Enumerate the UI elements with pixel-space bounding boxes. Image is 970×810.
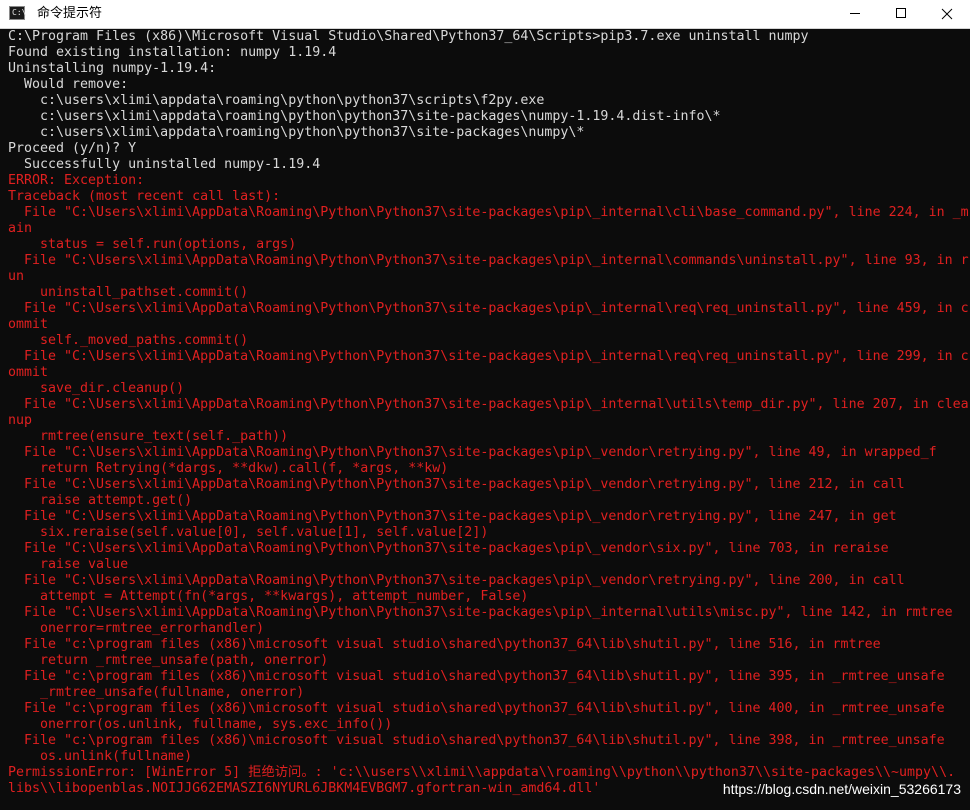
console-line: return _rmtree_unsafe(path, onerror): [8, 653, 329, 668]
console-line: return Retrying(*dargs, **dkw).call(f, *…: [8, 461, 449, 476]
console-line: six.reraise(self.value[0], self.value[1]…: [8, 525, 489, 540]
maximize-button[interactable]: [878, 0, 924, 28]
console-line: File "C:\Users\xlimi\AppData\Roaming\Pyt…: [8, 397, 969, 412]
console-line: c:\users\xlimi\appdata\roaming\python\py…: [8, 109, 721, 124]
minimize-button[interactable]: [832, 0, 878, 28]
console-line: un: [8, 269, 25, 284]
console-line: File "C:\Users\xlimi\AppData\Roaming\Pyt…: [8, 541, 889, 556]
console-line: File "C:\Users\xlimi\AppData\Roaming\Pyt…: [8, 301, 969, 316]
close-button[interactable]: [924, 0, 970, 28]
title-bar[interactable]: C:\ 命令提示符: [0, 0, 970, 29]
console-line: uninstall_pathset.commit(): [8, 285, 249, 300]
console-line: File "C:\Users\xlimi\AppData\Roaming\Pyt…: [8, 605, 953, 620]
console-line: onerror(os.unlink, fullname, sys.exc_inf…: [8, 717, 393, 732]
console-line: raise attempt.get(): [8, 493, 193, 508]
minimize-icon: [850, 13, 860, 14]
console-line: Proceed (y/n)? Y: [8, 141, 137, 156]
close-icon: [941, 8, 953, 20]
console-line: self._moved_paths.commit(): [8, 333, 249, 348]
console-line: File "C:\Users\xlimi\AppData\Roaming\Pyt…: [8, 349, 969, 364]
console-line: Successfully uninstalled numpy-1.19.4: [8, 157, 321, 172]
console-line: Would remove:: [8, 77, 129, 92]
cmd-icon[interactable]: C:\: [9, 6, 26, 20]
console-line: File "c:\program files (x86)\microsoft v…: [8, 701, 945, 716]
console-line: Found existing installation: numpy 1.19.…: [8, 45, 337, 60]
console-line: os.unlink(fullname): [8, 749, 193, 764]
console-line: save_dir.cleanup(): [8, 381, 185, 396]
console-line: File "C:\Users\xlimi\AppData\Roaming\Pyt…: [8, 477, 905, 492]
console-line: onerror=rmtree_errorhandler): [8, 621, 265, 636]
console-line: rmtree(ensure_text(self._path)): [8, 429, 289, 444]
console-line: nup: [8, 413, 33, 428]
console-line: raise value: [8, 557, 129, 572]
console-line: File "C:\Users\xlimi\AppData\Roaming\Pyt…: [8, 253, 969, 268]
console-line: Traceback (most recent call last):: [8, 189, 281, 204]
maximize-icon: [896, 8, 906, 18]
console-line: ommit: [8, 365, 49, 380]
console-line: _rmtree_unsafe(fullname, onerror): [8, 685, 305, 700]
console-line: c:\users\xlimi\appdata\roaming\python\py…: [8, 125, 585, 140]
console-line: File "c:\program files (x86)\microsoft v…: [8, 669, 945, 684]
console-line: ain: [8, 221, 33, 236]
watermark: https://blog.csdn.net/weixin_53266173: [722, 781, 961, 797]
console-line: C:\Program Files (x86)\Microsoft Visual …: [8, 29, 809, 44]
console-line: PermissionError: [WinError 5] 拒绝访问。: 'c:…: [8, 765, 956, 780]
console-line: File "C:\Users\xlimi\AppData\Roaming\Pyt…: [8, 509, 897, 524]
console-line: attempt = Attempt(fn(*args, **kwargs), a…: [8, 589, 529, 604]
window-title: 命令提示符: [37, 6, 103, 21]
console-line: File "C:\Users\xlimi\AppData\Roaming\Pyt…: [8, 445, 937, 460]
console-line: File "C:\Users\xlimi\AppData\Roaming\Pyt…: [8, 205, 969, 220]
console-line: c:\users\xlimi\appdata\roaming\python\py…: [8, 93, 545, 108]
console-output[interactable]: C:\Program Files (x86)\Microsoft Visual …: [0, 29, 970, 810]
console-line: ommit: [8, 317, 49, 332]
console-line: ERROR: Exception:: [8, 173, 145, 188]
console-line: File "C:\Users\xlimi\AppData\Roaming\Pyt…: [8, 573, 905, 588]
cmd-window: C:\ 命令提示符 C:\Program Files (x86)\Microso…: [0, 0, 970, 810]
console-line: status = self.run(options, args): [8, 237, 297, 252]
console-line: File "c:\program files (x86)\microsoft v…: [8, 733, 945, 748]
console-line: Uninstalling numpy-1.19.4:: [8, 61, 217, 76]
console-line: File "c:\program files (x86)\microsoft v…: [8, 637, 881, 652]
